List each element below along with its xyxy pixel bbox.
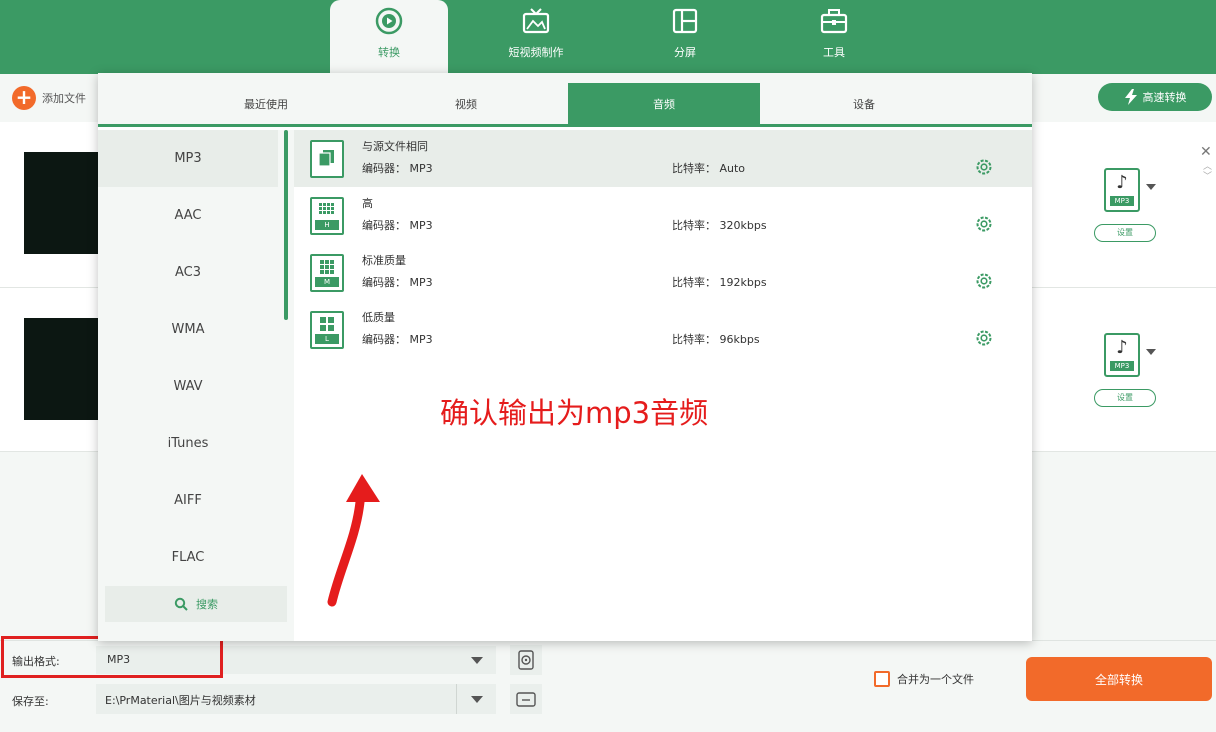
format-popup: 最近使用 视频 音频 设备 MP3 AAC AC3 WMA WAV iTunes… <box>98 73 1032 641</box>
preset-bitrate: 比特率： 192kbps <box>672 276 767 289</box>
reorder-icon[interactable]: ︿ ﹀ <box>1203 162 1212 182</box>
fast-convert-button[interactable]: 高速转换 <box>1098 83 1212 111</box>
preset-standard[interactable]: M 标准质量 编码器： MP3 比特率： 192kbps <box>294 244 1032 301</box>
level-tag: L <box>315 334 339 344</box>
preset-codec: 编码器： MP3 <box>362 333 433 346</box>
preset-bitrate: 比特率： Auto <box>672 162 746 175</box>
top-nav-bar: 转换 短视频制作 分屏 工具 <box>0 0 1216 74</box>
settings-button[interactable]: 设置 <box>1094 389 1156 407</box>
tab-video[interactable]: 视频 <box>386 83 546 127</box>
nav-tab-label: 转换 <box>378 46 400 59</box>
video-thumbnail[interactable] <box>24 318 100 420</box>
save-to-label: 保存至: <box>12 695 49 708</box>
format-item-wma[interactable]: WMA <box>98 301 278 358</box>
save-to-path: E:\PrMaterial\图片与视频素材 <box>105 694 256 707</box>
highlight-box <box>1 636 223 678</box>
level-tag: M <box>315 277 339 287</box>
output-format-card[interactable]: ♪ MP3 设置 <box>1094 168 1156 242</box>
output-format-card[interactable]: ♪ MP3 设置 <box>1094 333 1156 407</box>
format-list: MP3 AAC AC3 WMA WAV iTunes AIFF FLAC 搜索 <box>98 130 294 641</box>
nav-tab-label: 分屏 <box>674 46 696 59</box>
preset-name: 高 <box>362 197 373 210</box>
quality-low-icon: L <box>310 311 344 349</box>
preset-name: 低质量 <box>362 311 395 324</box>
music-file-icon: ♪ MP3 <box>1104 168 1140 212</box>
format-item-wav[interactable]: WAV <box>98 358 278 415</box>
gear-icon[interactable] <box>974 214 994 234</box>
add-file-label: 添加文件 <box>42 92 86 105</box>
preset-high[interactable]: H 高 编码器： MP3 比特率： 320kbps <box>294 187 1032 244</box>
preset-name: 标准质量 <box>362 254 406 267</box>
format-item-itunes[interactable]: iTunes <box>98 415 278 472</box>
scrollbar[interactable] <box>284 130 288 320</box>
nav-tab-label: 工具 <box>823 46 845 59</box>
preset-low[interactable]: L 低质量 编码器： MP3 比特率： 96kbps <box>294 301 1032 358</box>
format-item-flac[interactable]: FLAC <box>98 529 278 586</box>
preset-bitrate: 比特率： 96kbps <box>672 333 760 346</box>
divider <box>456 684 457 714</box>
quality-high-icon: H <box>310 197 344 235</box>
gear-icon[interactable] <box>974 328 994 348</box>
merge-label: 合并为一个文件 <box>897 673 974 686</box>
popup-tab-bar: 最近使用 视频 音频 设备 <box>98 73 1032 127</box>
search-label: 搜索 <box>196 598 218 611</box>
disc-file-icon <box>518 650 534 670</box>
annotation-arrow-icon <box>327 474 380 607</box>
split-screen-icon <box>626 6 744 36</box>
format-item-ac3[interactable]: AC3 <box>98 244 278 301</box>
toolbox-icon <box>775 6 893 36</box>
preset-codec: 编码器： MP3 <box>362 276 433 289</box>
add-file-button[interactable]: + 添加文件 <box>12 86 86 110</box>
chevron-down-icon[interactable] <box>471 696 483 703</box>
music-file-icon: ♪ MP3 <box>1104 333 1140 377</box>
tab-audio[interactable]: 音频 <box>568 83 760 127</box>
format-tag: MP3 <box>1110 361 1134 371</box>
nav-tab-tools[interactable]: 工具 <box>775 0 893 74</box>
merge-checkbox[interactable]: 合并为一个文件 <box>874 671 974 687</box>
tv-icon <box>477 6 595 36</box>
convert-all-button[interactable]: 全部转换 <box>1026 657 1212 701</box>
level-tag: H <box>315 220 339 230</box>
preset-bitrate: 比特率： 320kbps <box>672 219 767 232</box>
preset-same-as-source[interactable]: 与源文件相同 编码器： MP3 比特率： Auto <box>294 130 1032 187</box>
preset-codec: 编码器： MP3 <box>362 219 433 232</box>
chevron-down-icon[interactable] <box>1146 349 1156 355</box>
nav-tab-convert[interactable]: 转换 <box>330 0 448 74</box>
format-item-mp3[interactable]: MP3 <box>98 130 278 187</box>
chevron-down-icon[interactable] <box>471 657 483 664</box>
close-icon[interactable]: ✕ <box>1200 144 1212 160</box>
lightning-icon <box>1124 89 1137 105</box>
fast-convert-label: 高速转换 <box>1142 91 1187 104</box>
copy-file-icon <box>310 140 344 178</box>
settings-button[interactable]: 设置 <box>1094 224 1156 242</box>
search-icon <box>174 597 188 611</box>
checkbox[interactable] <box>874 671 890 687</box>
preset-name: 与源文件相同 <box>362 140 428 153</box>
format-settings-button[interactable] <box>510 645 542 675</box>
plus-icon: + <box>12 86 36 110</box>
folder-icon <box>516 692 536 707</box>
gear-icon[interactable] <box>974 157 994 177</box>
convert-icon <box>330 6 448 36</box>
gear-icon[interactable] <box>974 271 994 291</box>
annotation-text: 确认输出为mp3音频 <box>440 396 709 430</box>
format-item-aiff[interactable]: AIFF <box>98 472 278 529</box>
nav-tab-label: 短视频制作 <box>508 46 564 59</box>
tab-device[interactable]: 设备 <box>784 83 944 127</box>
nav-tab-split-screen[interactable]: 分屏 <box>626 0 744 74</box>
format-item-aac[interactable]: AAC <box>98 187 278 244</box>
format-tag: MP3 <box>1110 196 1134 206</box>
video-thumbnail[interactable] <box>24 152 100 254</box>
format-search-button[interactable]: 搜索 <box>105 586 287 622</box>
chevron-down-icon[interactable] <box>1146 184 1156 190</box>
quality-medium-icon: M <box>310 254 344 292</box>
tab-recent[interactable]: 最近使用 <box>186 83 346 127</box>
open-folder-button[interactable] <box>510 684 542 714</box>
nav-tab-short-video[interactable]: 短视频制作 <box>477 0 595 74</box>
preset-codec: 编码器： MP3 <box>362 162 433 175</box>
